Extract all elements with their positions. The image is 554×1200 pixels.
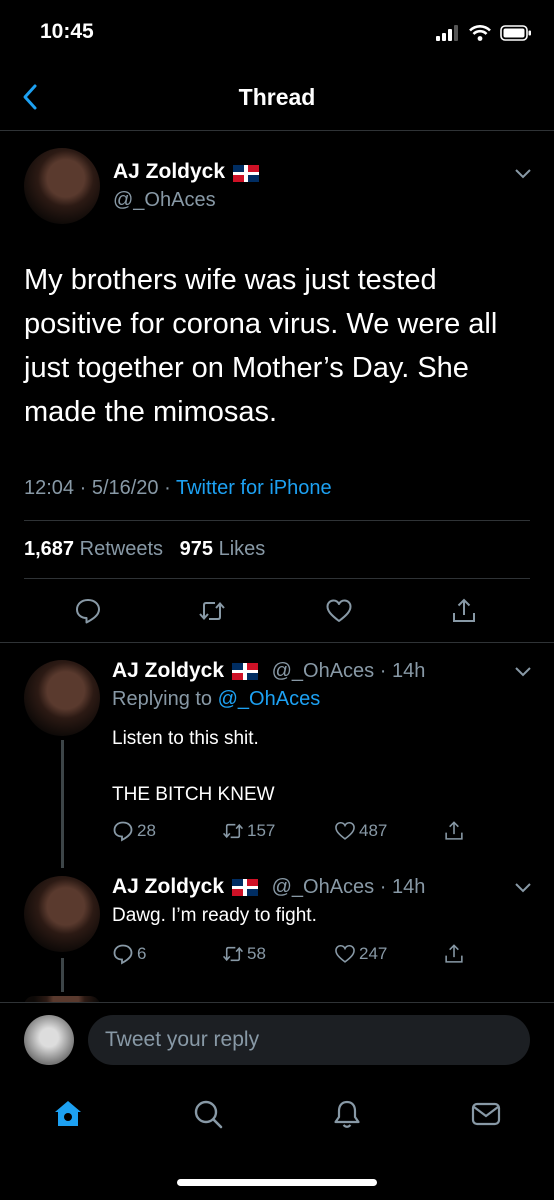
like-button[interactable]: 247 (334, 943, 387, 965)
reply-text-line: Dawg. I’m ready to fight. (112, 905, 317, 926)
search-icon[interactable] (192, 1098, 224, 1130)
share-icon (445, 821, 463, 840)
reply-header[interactable]: AJ Zoldyck @_OhAces · 14h (112, 875, 425, 899)
messages-icon[interactable] (470, 1098, 502, 1130)
reply-button[interactable]: 28 (112, 820, 156, 842)
chevron-down-icon[interactable] (514, 666, 532, 678)
header-divider (0, 130, 554, 131)
author-name-text: AJ Zoldyck (113, 160, 226, 183)
tweet-stats: 1,687 Retweets 975 Likes (24, 538, 265, 561)
battery-icon (500, 25, 531, 41)
signal-icon (436, 25, 458, 41)
avatar[interactable] (24, 660, 100, 736)
tweet-source-link[interactable]: Twitter for iPhone (176, 477, 332, 499)
tweet-text: My brothers wife was just tested positiv… (24, 264, 498, 428)
reply-text-line: Listen to this shit. (112, 728, 259, 749)
heart-icon[interactable] (325, 597, 353, 625)
reply-count: 28 (137, 821, 156, 840)
reply-author-handle: @_OhAces (271, 876, 375, 898)
divider (0, 1002, 554, 1003)
dominican-flag-icon (232, 879, 259, 897)
dominican-flag-icon (232, 663, 259, 681)
page-title: Thread (238, 84, 316, 110)
retweet-button[interactable]: 58 (222, 943, 266, 965)
retweet-icon[interactable] (198, 597, 226, 625)
reply-icon (113, 821, 133, 842)
replying-to-link[interactable]: @_OhAces (218, 688, 321, 710)
retweet-count: 157 (247, 821, 276, 840)
retweets-stat[interactable]: 1,687 Retweets (24, 538, 163, 560)
share-button[interactable] (443, 820, 465, 842)
reply-header[interactable]: AJ Zoldyck @_OhAces · 14h (112, 659, 425, 683)
chevron-down-icon[interactable] (514, 168, 532, 180)
retweet-count: 58 (247, 944, 266, 963)
share-icon[interactable] (450, 597, 478, 625)
status-icons (436, 22, 532, 44)
share-icon (445, 944, 463, 963)
home-indicator (177, 1179, 377, 1186)
reply-timestamp: · 14h (379, 660, 426, 682)
reply-author-name: AJ Zoldyck (112, 875, 225, 898)
retweet-button[interactable]: 157 (222, 820, 275, 842)
chevron-down-icon[interactable] (514, 882, 532, 894)
heart-icon (335, 821, 355, 840)
reply-author-name: AJ Zoldyck (112, 659, 225, 682)
like-count: 247 (359, 944, 388, 963)
tweet-meta: 12:04 · 5/16/20 · Twitter for iPhone (24, 477, 332, 500)
dominican-flag-icon (233, 165, 260, 183)
retweet-icon (222, 823, 244, 839)
author-name[interactable]: AJ Zoldyck (113, 160, 260, 184)
reply-timestamp: · 14h (379, 876, 426, 898)
heart-icon (335, 944, 355, 963)
thread-line (61, 958, 64, 992)
share-button[interactable] (443, 943, 465, 965)
wifi-icon (469, 25, 491, 41)
divider (0, 642, 554, 643)
reply-input-placeholder: Tweet your reply (105, 1028, 260, 1051)
like-count: 487 (359, 821, 388, 840)
reply-count: 6 (137, 944, 147, 963)
divider (24, 578, 530, 579)
reply-icon[interactable] (74, 597, 102, 625)
like-button[interactable]: 487 (334, 820, 387, 842)
replying-to: Replying to @_OhAces (112, 688, 321, 710)
notifications-icon[interactable] (331, 1098, 363, 1130)
retweet-icon (222, 946, 244, 962)
author-handle[interactable]: @_OhAces (113, 189, 216, 212)
my-avatar[interactable] (24, 1015, 74, 1065)
reply-button[interactable]: 6 (112, 943, 146, 965)
avatar[interactable] (24, 148, 100, 224)
thread-line (61, 740, 64, 868)
reply-icon (113, 944, 133, 965)
reply-text-line: THE BITCH KNEW (112, 784, 275, 805)
divider (24, 520, 530, 521)
avatar[interactable] (24, 876, 100, 952)
tweet-timestamp: 12:04 · 5/16/20 · (24, 477, 176, 499)
status-time: 10:45 (40, 20, 94, 43)
likes-stat[interactable]: 975 Likes (180, 538, 266, 560)
home-icon[interactable] (52, 1098, 84, 1130)
reply-author-handle: @_OhAces (271, 660, 375, 682)
